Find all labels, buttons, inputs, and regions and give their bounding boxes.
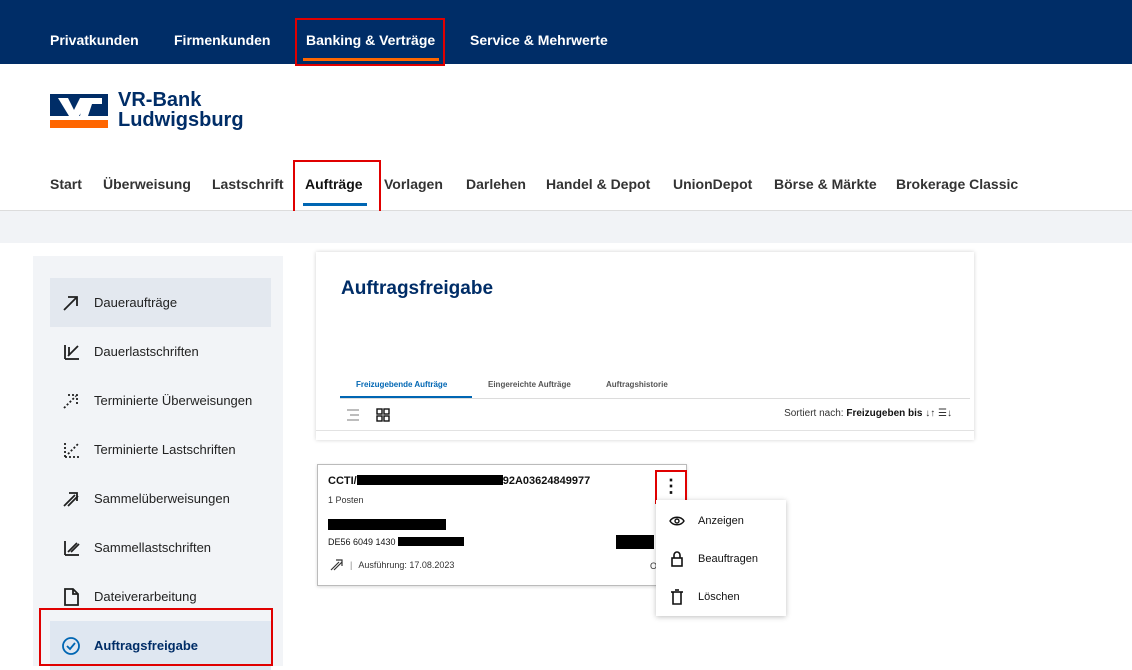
auftragsfreigabe-panel: Auftragsfreigabe Freizugebende Aufträge … [316, 252, 974, 440]
execution-date: Ausführung: 17.08.2023 [358, 560, 455, 570]
order-iban: DE56 6049 1430 [328, 537, 465, 547]
context-menu: Anzeigen Beauftragen Löschen [656, 500, 786, 616]
lock-icon [668, 551, 686, 567]
tab-divider [340, 398, 970, 399]
sidebar-item-label: Sammellastschriften [94, 540, 212, 555]
menu-item-label: Anzeigen [698, 515, 744, 527]
sub-nav-handel-depot[interactable]: Handel & Depot [546, 176, 650, 192]
top-nav-privatkunden[interactable]: Privatkunden [50, 32, 139, 48]
panel-divider [316, 430, 974, 431]
sidebar-item-label: Dauerlastschriften [94, 344, 199, 359]
bank-name-line2: Ludwigsburg [118, 109, 244, 131]
sidebar-item-dauerlastschriften[interactable]: Dauerlastschriften [50, 327, 271, 376]
file-icon [60, 586, 82, 608]
menu-item-loeschen[interactable]: Löschen [656, 578, 786, 616]
grid-view-icon[interactable] [376, 408, 390, 427]
redaction-bar [328, 519, 446, 530]
kebab-menu-icon: ⋮ [662, 475, 680, 496]
separator: | [350, 560, 353, 570]
bank-name: VR-Bank Ludwigsburg [118, 90, 244, 130]
top-nav-firmenkunden[interactable]: Firmenkunden [174, 32, 270, 48]
sub-nav-boerse-maerkte[interactable]: Börse & Märkte [774, 176, 877, 192]
sort-field: Freizugeben bis [846, 408, 923, 419]
order-title-suffix: 92A03624849977 [502, 475, 591, 487]
standing-debit-icon [60, 341, 82, 363]
iban-prefix: DE56 6049 1430 [328, 537, 396, 547]
tab-auftragshistorie[interactable]: Auftragshistorie [606, 380, 668, 389]
sidebar-item-label: Sammelüberweisungen [94, 491, 230, 506]
sidebar-item-sammelueberweisungen[interactable]: Sammelüberweisungen [50, 474, 271, 523]
sidebar-item-terminierte-lastschriften[interactable]: Terminierte Lastschriften [50, 425, 271, 474]
tab-eingereichte-auftraege[interactable]: Eingereichte Aufträge [488, 380, 571, 389]
order-execution: | Ausführung: 17.08.2023 [330, 559, 454, 571]
top-nav-banking-vertraege[interactable]: Banking & Verträge [306, 32, 435, 48]
sidebar-item-terminierte-ueberweisungen[interactable]: Terminierte Überweisungen [50, 376, 271, 425]
list-view-icon[interactable] [346, 408, 360, 427]
sub-nav-ueberweisung[interactable]: Überweisung [103, 176, 191, 192]
sidebar-item-label: Terminierte Lastschriften [94, 442, 236, 457]
redaction-bar [398, 537, 465, 546]
sub-nav-auftraege[interactable]: Aufträge [305, 176, 363, 192]
more-options-button[interactable]: ⋮ [659, 472, 683, 500]
sidebar-item-label: Terminierte Überweisungen [94, 393, 253, 408]
order-title-prefix: CCTI/ [328, 475, 357, 487]
menu-item-anzeigen[interactable]: Anzeigen [656, 502, 786, 540]
top-nav-bar: Privatkunden Firmenkunden Banking & Vert… [0, 0, 1132, 64]
sub-nav-start[interactable]: Start [50, 176, 82, 192]
batch-transfer-icon [330, 559, 343, 571]
eye-icon [668, 515, 686, 527]
menu-item-label: Löschen [698, 591, 740, 603]
sort-control[interactable]: Sortiert nach: Freizugeben bis ↓↑ ☰↓ [784, 408, 952, 419]
sidebar-item-sammellastschriften[interactable]: Sammellastschriften [50, 523, 271, 572]
standing-order-icon [60, 292, 82, 314]
top-nav-active-indicator [303, 58, 439, 61]
scheduled-debit-icon [60, 439, 82, 461]
sidebar-item-label: Dateiverarbeitung [94, 589, 197, 604]
sub-nav-lastschrift[interactable]: Lastschrift [212, 176, 284, 192]
sidebar-item-label: Auftragsfreigabe [94, 638, 199, 653]
trash-icon [668, 589, 686, 605]
sub-nav-vorlagen[interactable]: Vorlagen [384, 176, 443, 192]
menu-item-beauftragen[interactable]: Beauftragen [656, 540, 786, 578]
batch-debit-icon [60, 537, 82, 559]
sub-nav-brokerage-classic[interactable]: Brokerage Classic [896, 176, 1018, 192]
check-circle-icon [60, 635, 82, 657]
order-card[interactable]: CCTI/92A03624849977 1 Posten DE56 6049 1… [317, 464, 687, 586]
sub-nav-darlehen[interactable]: Darlehen [466, 176, 526, 192]
sort-label: Sortiert nach: [784, 408, 844, 419]
vr-logo-icon [50, 94, 108, 128]
sidebar-item-auftragsfreigabe[interactable]: Auftragsfreigabe [50, 621, 271, 670]
menu-item-label: Beauftragen [698, 553, 758, 565]
tab-freizugebende-auftraege[interactable]: Freizugebende Aufträge [356, 380, 447, 389]
sort-options-icon[interactable]: ☰↓ [938, 408, 952, 419]
batch-transfer-icon [60, 488, 82, 510]
top-nav-service-mehrwerte[interactable]: Service & Mehrwerte [470, 32, 608, 48]
order-title: CCTI/92A03624849977 [328, 475, 590, 487]
sub-nav-active-indicator [303, 203, 367, 206]
sort-direction-icon[interactable]: ↓↑ [925, 408, 935, 419]
order-positions: 1 Posten [328, 495, 364, 505]
header-band [0, 211, 1132, 243]
sidebar: Daueraufträge Dauerlastschriften Termini… [33, 256, 283, 670]
sub-nav-uniondepot[interactable]: UnionDepot [673, 176, 752, 192]
page-title: Auftragsfreigabe [341, 278, 494, 299]
sidebar-item-label: Daueraufträge [94, 295, 178, 310]
redaction-bar [356, 475, 503, 485]
bank-name-line1: VR-Bank [118, 89, 202, 111]
scheduled-transfer-icon [60, 390, 82, 412]
sidebar-item-dateiverarbeitung[interactable]: Dateiverarbeitung [50, 572, 271, 621]
sidebar-item-dauerauftraege[interactable]: Daueraufträge [50, 278, 271, 327]
redaction-bar [616, 535, 654, 549]
